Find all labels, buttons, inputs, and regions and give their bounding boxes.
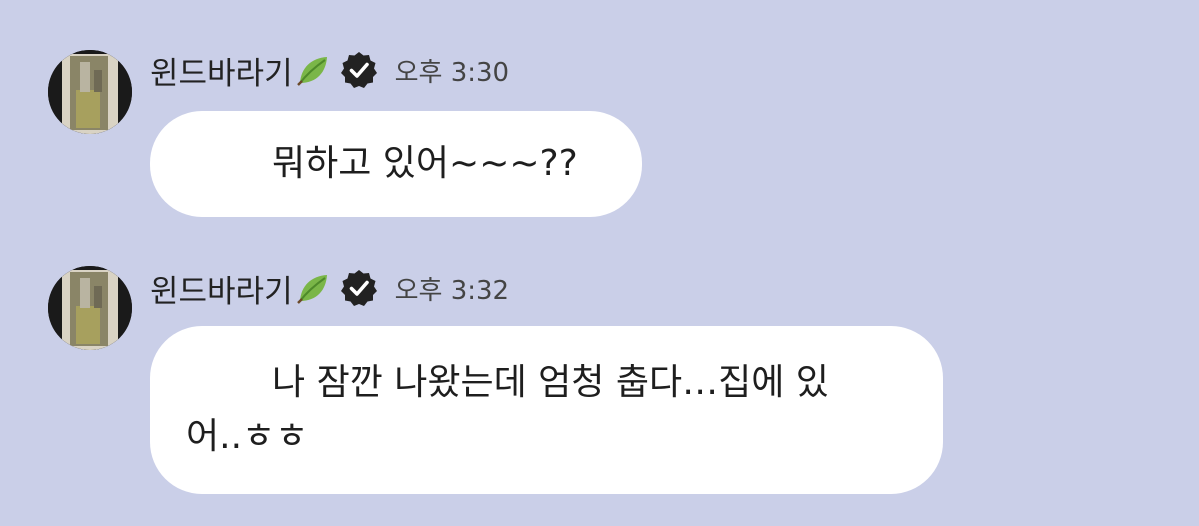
message-text: 뭐하고 있어~~~?? (272, 143, 578, 184)
message-text-line-1: 나 잠깐 나왔는데 엄청 춥다…집에 있 (272, 362, 829, 403)
message-text-line-2: 어..ㅎㅎ (186, 416, 309, 457)
avatar-photo (48, 50, 132, 134)
verified-badge-icon (339, 268, 379, 308)
message-bubble[interactable]: 나 잠깐 나왔는데 엄청 춥다…집에 있 어..ㅎㅎ (150, 326, 943, 494)
message-header: 윈드바라기 오후 3:32 (150, 266, 509, 310)
message-timestamp: 오후 3:30 (394, 57, 510, 88)
verified-badge-icon (339, 50, 379, 90)
sender-name[interactable]: 윈드바라기 (150, 266, 293, 311)
message-header: 윈드바라기 오후 3:30 (150, 48, 509, 92)
leaf-icon (295, 52, 331, 88)
message-timestamp: 오후 3:32 (394, 275, 510, 306)
avatar-photo (48, 266, 132, 350)
leaf-icon (295, 270, 331, 306)
avatar[interactable] (48, 266, 132, 350)
avatar[interactable] (48, 50, 132, 134)
message-bubble[interactable]: 뭐하고 있어~~~?? (150, 111, 642, 217)
sender-name[interactable]: 윈드바라기 (150, 48, 293, 93)
